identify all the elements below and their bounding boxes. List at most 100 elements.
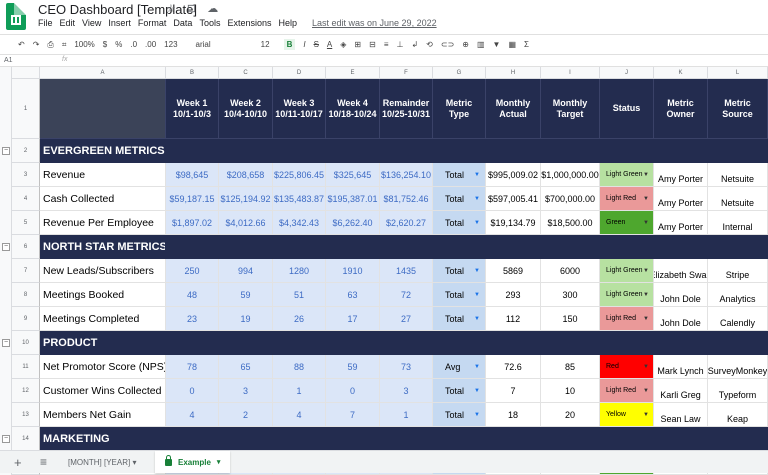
strikethrough-button[interactable]: S — [314, 40, 319, 49]
metric-source[interactable]: Calendly — [708, 307, 768, 331]
header-cell[interactable]: Week 2 10/4-10/10 — [219, 79, 273, 139]
week-value[interactable]: 1 — [380, 403, 433, 427]
week-value[interactable]: $1,897.02 — [166, 211, 219, 235]
text-color-button[interactable]: A — [327, 40, 332, 49]
column-header-H[interactable]: H — [486, 67, 541, 79]
monthly-actual[interactable]: $597,005.41 — [486, 187, 541, 211]
week-value[interactable]: 1 — [273, 379, 326, 403]
comment-icon[interactable]: ⊕ — [462, 40, 469, 49]
week-value[interactable]: 63 — [326, 283, 380, 307]
column-header-L[interactable]: L — [708, 67, 768, 79]
header-cell[interactable]: Monthly Target — [541, 79, 600, 139]
menu-view[interactable]: View — [82, 18, 101, 28]
week-value[interactable]: $81,752.46 — [380, 187, 433, 211]
status-dropdown[interactable]: Light Green ▼ — [600, 283, 654, 307]
status-dropdown[interactable]: Green ▼ — [600, 211, 654, 235]
week-value[interactable]: $325,645 — [326, 163, 380, 187]
week-value[interactable]: $195,387.01 — [326, 187, 380, 211]
row-header[interactable]: 11 — [12, 355, 40, 379]
font-select[interactable]: arial — [196, 40, 211, 49]
week-value[interactable]: 88 — [273, 355, 326, 379]
collapse-group-icon[interactable]: − — [2, 147, 10, 155]
week-value[interactable]: 65 — [219, 355, 273, 379]
rotate-icon[interactable]: ⟲ — [426, 40, 433, 49]
currency-button[interactable]: $ — [103, 40, 107, 49]
metric-owner[interactable]: Amy Porter — [654, 211, 708, 235]
row-header[interactable]: 3 — [12, 163, 40, 187]
fill-color-icon[interactable]: ◈ — [340, 40, 346, 49]
metric-type-dropdown[interactable]: Total ▼ — [433, 307, 486, 331]
week-value[interactable]: $135,483.87 — [273, 187, 326, 211]
week-value[interactable]: 3 — [380, 379, 433, 403]
week-value[interactable]: $4,012.66 — [219, 211, 273, 235]
week-value[interactable]: $136,254.10 — [380, 163, 433, 187]
functions-icon[interactable]: Σ — [524, 40, 529, 49]
select-all-corner[interactable] — [12, 67, 40, 79]
metric-name[interactable]: Members Net Gain — [40, 403, 166, 427]
status-dropdown[interactable]: Light Red ▼ — [600, 379, 654, 403]
week-value[interactable]: $98,645 — [166, 163, 219, 187]
row-header[interactable]: 4 — [12, 187, 40, 211]
week-value[interactable]: 27 — [380, 307, 433, 331]
monthly-target[interactable]: 6000 — [541, 259, 600, 283]
metric-source[interactable]: Netsuite — [708, 163, 768, 187]
filter-icon[interactable]: ▼ — [493, 40, 501, 49]
undo-icon[interactable]: ↶ — [18, 40, 25, 49]
row-header[interactable]: 10 — [12, 331, 40, 355]
menu-tools[interactable]: Tools — [199, 18, 220, 28]
metric-source[interactable]: Keap — [708, 403, 768, 427]
metric-name[interactable]: Meetings Completed — [40, 307, 166, 331]
column-header-I[interactable]: I — [541, 67, 600, 79]
metric-owner[interactable]: Karli Greg — [654, 379, 708, 403]
name-box[interactable]: A1 — [4, 57, 13, 64]
filter-views-icon[interactable]: ▦ — [508, 40, 516, 49]
column-header-K[interactable]: K — [654, 67, 708, 79]
week-value[interactable]: 4 — [273, 403, 326, 427]
status-dropdown[interactable]: Yellow ▼ — [600, 403, 654, 427]
column-header-E[interactable]: E — [326, 67, 380, 79]
metric-type-dropdown[interactable]: Total ▼ — [433, 403, 486, 427]
column-header-A[interactable]: A — [40, 67, 166, 79]
menu-extensions[interactable]: Extensions — [227, 18, 271, 28]
menu-edit[interactable]: Edit — [60, 18, 76, 28]
status-dropdown[interactable]: Light Red ▼ — [600, 307, 654, 331]
metric-type-dropdown[interactable]: Total ▼ — [433, 283, 486, 307]
monthly-target[interactable]: 300 — [541, 283, 600, 307]
status-dropdown[interactable]: Light Red ▼ — [600, 187, 654, 211]
week-value[interactable]: 48 — [166, 283, 219, 307]
metric-type-dropdown[interactable]: Total ▼ — [433, 187, 486, 211]
menu-format[interactable]: Format — [138, 18, 167, 28]
week-value[interactable]: 1435 — [380, 259, 433, 283]
week-value[interactable]: $59,187.15 — [166, 187, 219, 211]
last-edit-link[interactable]: Last edit was on June 29, 2022 — [312, 18, 437, 28]
week-value[interactable]: 17 — [326, 307, 380, 331]
metric-owner[interactable]: Elizabeth Swan — [654, 259, 708, 283]
metric-owner[interactable]: John Dole — [654, 307, 708, 331]
star-move-cloud-icons[interactable]: ☆ ⊡ ☁ — [166, 2, 222, 15]
status-dropdown[interactable]: Red ▼ — [600, 355, 654, 379]
metric-source[interactable]: Stripe — [708, 259, 768, 283]
monthly-actual[interactable]: 112 — [486, 307, 541, 331]
week-value[interactable]: 72 — [380, 283, 433, 307]
row-header[interactable]: 2 — [12, 139, 40, 163]
metric-name[interactable]: Net Promotor Score (NPS) — [40, 355, 166, 379]
row-header[interactable]: 8 — [12, 283, 40, 307]
sheets-logo-icon[interactable] — [6, 3, 26, 30]
sheet-tab-month-year[interactable]: [MONTH] [YEAR] ▾ — [68, 458, 136, 467]
menu-data[interactable]: Data — [173, 18, 192, 28]
metric-type-dropdown[interactable]: Total ▼ — [433, 379, 486, 403]
metric-source[interactable]: Netsuite — [708, 187, 768, 211]
row-header[interactable]: 5 — [12, 211, 40, 235]
metric-owner[interactable]: Mark Lynch — [654, 355, 708, 379]
metric-name[interactable]: Revenue Per Employee — [40, 211, 166, 235]
week-value[interactable]: 1910 — [326, 259, 380, 283]
monthly-target[interactable]: $18,500.00 — [541, 211, 600, 235]
header-cell[interactable]: Metric Type — [433, 79, 486, 139]
metric-owner[interactable]: John Dole — [654, 283, 708, 307]
week-value[interactable]: $4,342.43 — [273, 211, 326, 235]
row-header[interactable]: 6 — [12, 235, 40, 259]
week-value[interactable]: $2,620.27 — [380, 211, 433, 235]
week-value[interactable]: 78 — [166, 355, 219, 379]
monthly-actual[interactable]: 5869 — [486, 259, 541, 283]
monthly-actual[interactable]: $19,134.79 — [486, 211, 541, 235]
